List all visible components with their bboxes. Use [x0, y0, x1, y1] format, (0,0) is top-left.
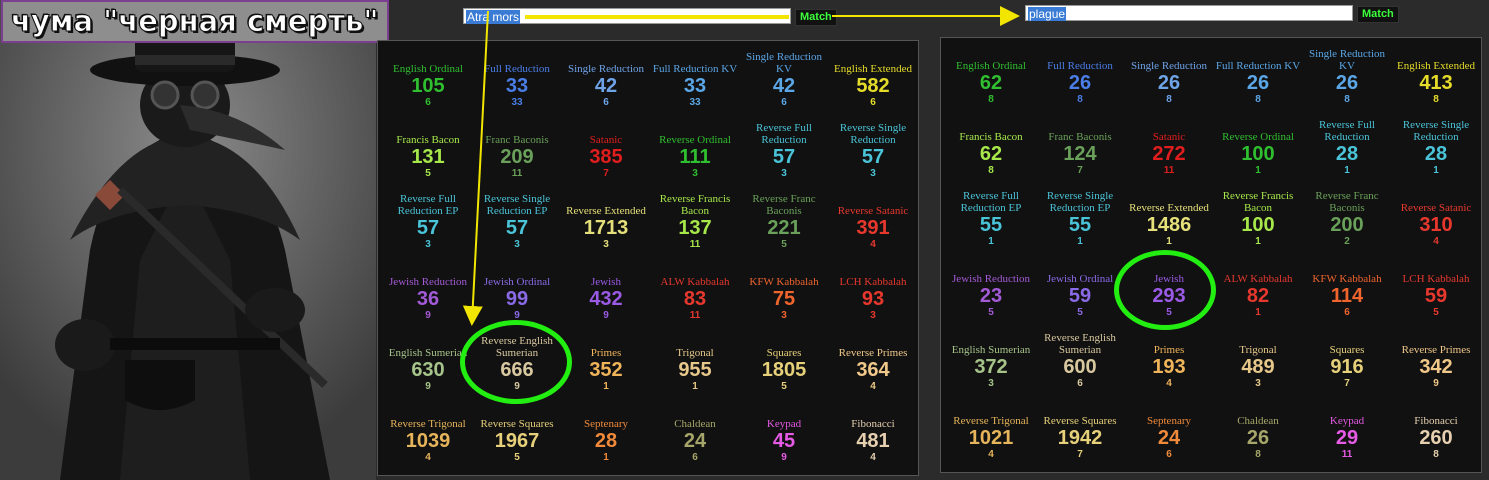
highlight-circle-666 [460, 320, 572, 404]
highlight-circle-293 [1114, 250, 1216, 330]
arrow-down-icon [462, 10, 489, 326]
annotation-overlay [462, 6, 1020, 326]
